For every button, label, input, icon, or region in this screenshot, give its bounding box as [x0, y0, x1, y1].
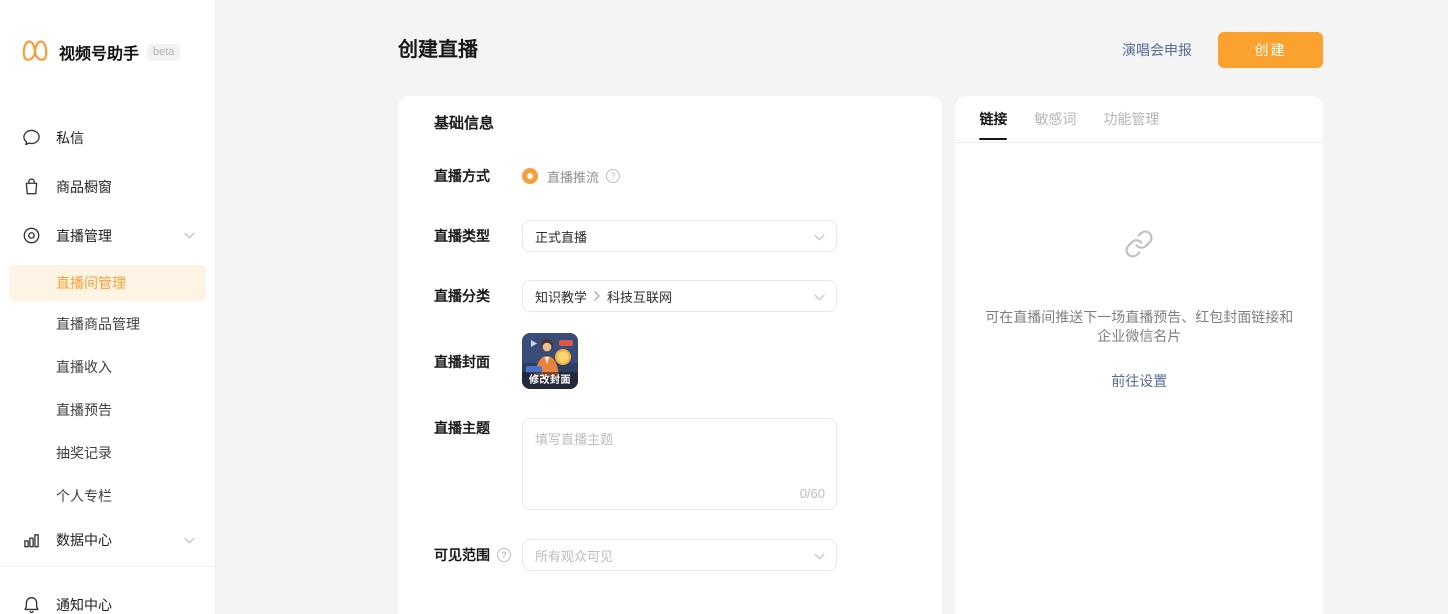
app-logo[interactable]: 视频号助手 beta [0, 0, 215, 67]
section-title: 基础信息 [434, 112, 906, 136]
chevron-down-icon [184, 232, 195, 239]
chat-bubble-icon [22, 128, 41, 147]
live-type-label: 直播类型 [434, 226, 522, 246]
live-category-label: 直播分类 [434, 286, 522, 306]
sidebar-nav: 私信 商品橱窗 直播管理 直播间管理 直播商品管理 直播收入 直播预告 抽奖记录… [0, 113, 215, 614]
category-primary: 知识教学 [535, 287, 587, 306]
concert-apply-link[interactable]: 演唱会申报 [1122, 40, 1192, 60]
live-category-select[interactable]: 知识教学 科技互联网 [522, 280, 837, 312]
visibility-label-text: 可见范围 [434, 545, 490, 565]
sidebar-subitem-live-notice[interactable]: 直播预告 [0, 389, 215, 432]
tab-feature-management[interactable]: 功能管理 [1103, 96, 1159, 142]
sidebar-subitem-live-income[interactable]: 直播收入 [0, 346, 215, 389]
sidebar-item-label: 数据中心 [56, 530, 112, 550]
visibility-select[interactable]: 所有观众可见 [522, 539, 837, 571]
radio-selected-icon[interactable] [522, 168, 538, 184]
sidebar-subitem-live-room-management[interactable]: 直播间管理 [9, 265, 206, 301]
visibility-label: 可见范围 [434, 545, 522, 565]
category-secondary: 科技互联网 [607, 287, 672, 306]
tab-sensitive-words[interactable]: 敏感词 [1034, 96, 1076, 142]
basic-info-card: 基础信息 直播方式 直播推流 直播类型 正式直播 直播分类 [398, 96, 942, 614]
sidebar-divider [0, 566, 215, 567]
chevron-down-icon [814, 553, 825, 560]
channels-logo-icon [20, 37, 50, 67]
bar-chart-icon [22, 531, 41, 550]
live-topic-row: 直播主题 0/60 [434, 418, 906, 510]
live-type-select[interactable]: 正式直播 [522, 220, 837, 252]
change-cover-button[interactable]: 修改封面 [522, 372, 578, 389]
sidebar-item-label: 私信 [56, 128, 84, 148]
live-mode-value: 直播推流 [547, 167, 599, 186]
live-cover-label: 直播封面 [434, 352, 522, 372]
live-mode-label: 直播方式 [434, 166, 522, 186]
help-icon[interactable] [497, 548, 511, 562]
sidebar-subitem-lottery-records[interactable]: 抽奖记录 [0, 432, 215, 475]
live-topic-label: 直播主题 [434, 418, 522, 438]
header-actions: 演唱会申报 创建 [1122, 32, 1323, 68]
sidebar-item-notification-center[interactable]: 通知中心 [0, 580, 215, 614]
chevron-down-icon [814, 234, 825, 241]
live-target-icon [22, 226, 41, 245]
live-type-value: 正式直播 [535, 227, 587, 246]
chevron-right-icon [593, 291, 601, 301]
live-mode-row: 直播方式 直播推流 [434, 166, 906, 186]
shopping-bag-icon [22, 177, 41, 196]
chevron-down-icon [814, 294, 825, 301]
main-area: 创建直播 演唱会申报 创建 基础信息 直播方式 直播推流 直播类型 [216, 0, 1448, 614]
sidebar: 视频号助手 beta 私信 商品橱窗 直播管理 [0, 0, 216, 614]
char-counter: 0/60 [800, 486, 825, 501]
go-to-settings-link[interactable]: 前往设置 [955, 371, 1323, 391]
sidebar-item-label: 商品橱窗 [56, 177, 112, 197]
live-topic-input[interactable] [522, 418, 837, 510]
sidebar-item-messages[interactable]: 私信 [0, 113, 215, 162]
live-category-row: 直播分类 知识教学 科技互联网 [434, 280, 906, 312]
sidebar-item-product-window[interactable]: 商品橱窗 [0, 162, 215, 211]
page-header: 创建直播 演唱会申报 创建 [398, 0, 1323, 96]
beta-badge: beta [147, 44, 180, 61]
links-empty-state: 可在直播间推送下一场直播预告、红包封面链接和企业微信名片 前往设置 [955, 143, 1323, 391]
page-title: 创建直播 [398, 36, 478, 64]
sidebar-item-live-management[interactable]: 直播管理 [0, 211, 215, 260]
app-name: 视频号助手 [59, 40, 139, 64]
bell-icon [22, 595, 41, 614]
visibility-row: 可见范围 所有观众可见 [434, 539, 906, 571]
live-cover-row: 直播封面 [434, 333, 906, 389]
tab-links[interactable]: 链接 [979, 96, 1007, 142]
cover-thumbnail[interactable]: 修改封面 [522, 333, 578, 389]
sidebar-subitem-personal-column[interactable]: 个人专栏 [0, 475, 215, 518]
chain-link-icon [1124, 229, 1154, 259]
help-icon[interactable] [606, 169, 620, 183]
visibility-value: 所有观众可见 [535, 546, 613, 565]
live-type-row: 直播类型 正式直播 [434, 220, 906, 252]
sidebar-item-label: 通知中心 [56, 595, 112, 614]
create-button[interactable]: 创建 [1218, 32, 1323, 68]
sidebar-item-label: 直播管理 [56, 226, 112, 246]
empty-description: 可在直播间推送下一场直播预告、红包封面链接和企业微信名片 [983, 308, 1295, 346]
chevron-down-icon [184, 537, 195, 544]
links-panel: 链接 敏感词 功能管理 可在直播间推送下一场直播预告、红包封面链接和企业微信名片… [955, 96, 1323, 614]
sidebar-subitem-live-goods-management[interactable]: 直播商品管理 [0, 303, 215, 346]
panel-tabbar: 链接 敏感词 功能管理 [955, 96, 1323, 143]
sidebar-item-data-center[interactable]: 数据中心 [0, 518, 215, 562]
